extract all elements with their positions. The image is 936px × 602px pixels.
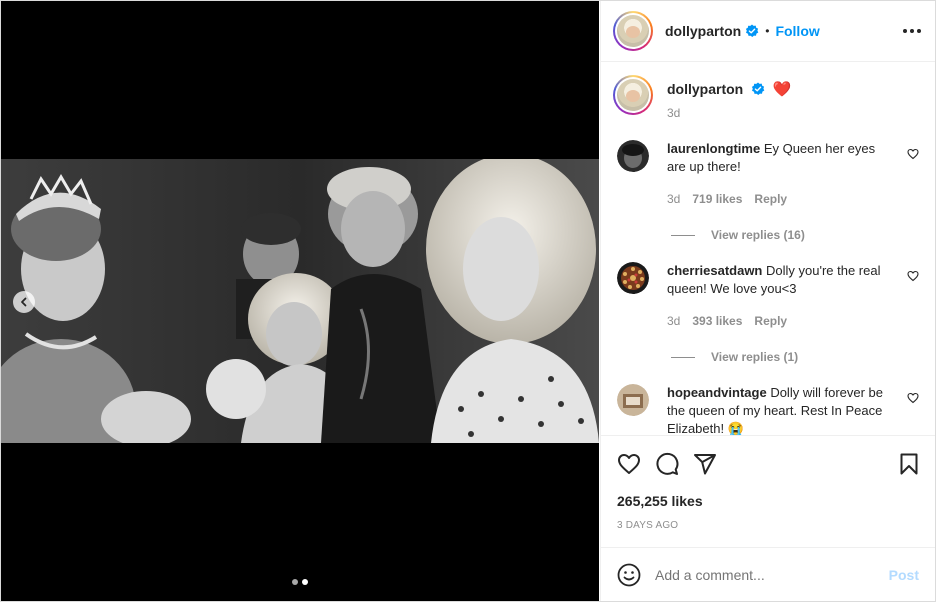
heart-icon[interactable] [907,392,919,404]
replies-line [671,234,695,236]
chevron-left-icon [21,297,27,307]
more-dot [910,29,914,33]
verified-badge-icon [751,82,765,95]
emoji-icon[interactable] [617,563,641,587]
author-avatar[interactable] [613,11,653,51]
caption-username[interactable]: dollyparton [667,81,743,97]
heart-icon[interactable] [907,148,919,160]
more-dot [903,29,907,33]
view-replies-label: View replies (1) [711,350,799,364]
carousel-dot-active[interactable] [302,579,308,585]
comment-likes[interactable]: 393 likes [692,312,742,330]
post-header: dollyparton • Follow [601,1,935,62]
comments-list[interactable]: dollyparton ❤️ 3d laurenlongtime Ey Quee… [601,63,935,435]
commenter-avatar[interactable] [617,384,649,416]
like-heart-icon[interactable] [617,452,641,476]
comment-composer: Post [601,547,935,601]
comment-input[interactable] [655,566,889,583]
reply-button[interactable]: Reply [754,190,787,208]
carousel-prev-button[interactable] [13,291,35,313]
comment-username[interactable]: laurenlongtime [667,141,760,156]
likes-count[interactable]: 265,255 likes [617,493,921,509]
share-icon[interactable] [693,452,717,476]
carousel-dot[interactable] [292,579,298,585]
post-timestamp[interactable]: 3 DAYS AGO [617,520,921,531]
caption-text: ❤️ [772,81,792,98]
caption-timestamp[interactable]: 3d [667,106,791,120]
carousel-indicator [292,579,308,585]
post-photo[interactable] [1,159,599,443]
heart-icon[interactable] [907,270,919,282]
author-username[interactable]: dollyparton [665,23,741,39]
comment-likes[interactable]: 719 likes [692,190,742,208]
commenter-avatar[interactable] [617,262,649,294]
comment-item: laurenlongtime Ey Queen her eyes are up … [601,140,935,208]
verified-badge-icon [746,24,759,37]
avatar-image [617,15,649,47]
comment-icon[interactable] [655,452,679,476]
caption-author-avatar[interactable] [613,75,653,115]
reply-button[interactable]: Reply [754,312,787,330]
view-replies-label: View replies (16) [711,228,805,242]
avatar-image [617,79,649,111]
more-options-button[interactable] [903,23,921,39]
more-dot [917,29,921,33]
replies-line [671,356,695,358]
comment-username[interactable]: cherriesatdawn [667,263,762,278]
bookmark-icon[interactable] [897,452,921,476]
post-sidebar: dollyparton • Follow dollyparton ❤️ 3d l… [600,1,935,601]
comment-time[interactable]: 3d [667,312,680,330]
post-comment-button[interactable]: Post [889,567,919,583]
post-media[interactable] [1,1,599,601]
view-replies-button[interactable]: View replies (1) [671,350,935,364]
commenter-avatar[interactable] [617,140,649,172]
comment-username[interactable]: hopeandvintage [667,385,767,400]
view-replies-button[interactable]: View replies (16) [671,228,935,242]
comment-item: hopeandvintage Dolly will forever be the… [601,384,935,435]
comment-time[interactable]: 3d [667,190,680,208]
follow-button[interactable]: Follow [775,23,819,39]
comment-item: cherriesatdawn Dolly you're the real que… [601,262,935,330]
post-actions: 265,255 likes 3 DAYS AGO [601,435,935,531]
separator-bullet: • [765,24,770,38]
caption: dollyparton ❤️ 3d [601,63,935,120]
black-and-white-photo [1,159,599,443]
